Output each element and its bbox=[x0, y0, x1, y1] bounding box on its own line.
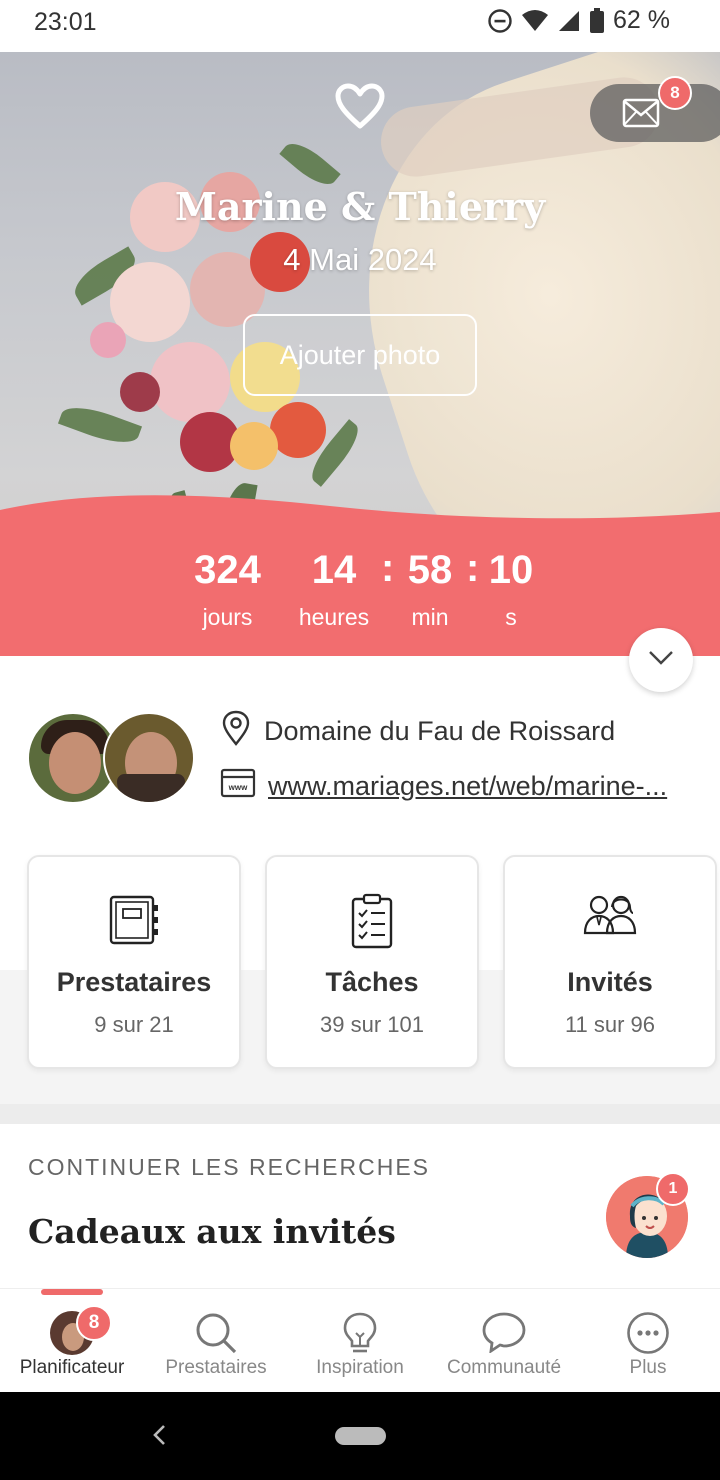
countdown: 324 jours 14 heures : 58 min : 10 s bbox=[0, 546, 720, 656]
hero-banner: 8 Marine & Thierry 4 Mai 2024 Ajouter ph… bbox=[0, 52, 720, 656]
lightbulb-icon bbox=[288, 1311, 432, 1355]
battery-icon bbox=[589, 7, 605, 34]
planner-badge: 8 bbox=[76, 1305, 112, 1341]
system-navigation-bar bbox=[0, 1392, 720, 1480]
countdown-minutes-label: min bbox=[411, 604, 449, 630]
home-pill[interactable] bbox=[335, 1427, 386, 1445]
card-prestataires[interactable]: Prestataires 9 sur 21 bbox=[27, 855, 241, 1069]
status-time: 23:01 bbox=[34, 8, 97, 36]
card-title: Prestataires bbox=[56, 967, 212, 997]
website-icon: www bbox=[220, 768, 256, 805]
website-row[interactable]: www www.mariages.net/web/marine-... bbox=[220, 768, 667, 805]
countdown-minutes-value: 58 bbox=[407, 548, 453, 592]
section-divider bbox=[0, 1104, 720, 1124]
messages-button[interactable]: 8 bbox=[590, 76, 720, 142]
couple-avatars[interactable] bbox=[27, 712, 197, 806]
nav-item-planificateur[interactable]: 8 Planificateur bbox=[0, 1289, 144, 1393]
card-progress: 39 sur 101 bbox=[320, 1012, 424, 1037]
bottom-navigation: 8 Planificateur Prestataires Inspiration… bbox=[0, 1288, 720, 1392]
search-icon bbox=[144, 1311, 288, 1355]
countdown-separator: : bbox=[466, 546, 480, 590]
card-title: Tâches bbox=[325, 967, 419, 997]
guests-icon bbox=[505, 893, 715, 937]
status-bar: 23:01 62 % bbox=[0, 0, 720, 52]
nav-label: Prestataires bbox=[165, 1357, 267, 1378]
card-title: Invités bbox=[567, 967, 653, 997]
notebook-icon bbox=[29, 893, 239, 947]
countdown-days-value: 324 bbox=[194, 548, 261, 592]
messages-badge: 8 bbox=[658, 76, 692, 110]
countdown-hours-value: 14 bbox=[311, 548, 357, 592]
card-progress: 9 sur 21 bbox=[94, 1012, 174, 1037]
envelope-icon bbox=[622, 98, 660, 133]
expand-countdown-button[interactable] bbox=[629, 628, 693, 692]
card-invites[interactable]: Invités 11 sur 96 bbox=[503, 855, 717, 1069]
couple-names: Marine & Thierry bbox=[174, 184, 546, 229]
card-progress: 11 sur 96 bbox=[564, 1012, 656, 1037]
svg-text:www: www bbox=[228, 783, 248, 792]
chevron-down-icon bbox=[648, 650, 674, 671]
wifi-icon bbox=[521, 9, 549, 33]
countdown-seconds-label: s bbox=[505, 604, 517, 630]
nav-label: Planificateur bbox=[19, 1357, 125, 1378]
countdown-separator: : bbox=[381, 546, 395, 590]
nav-item-prestataires[interactable]: Prestataires bbox=[144, 1289, 288, 1393]
section-label: CONTINUER LES RECHERCHES bbox=[28, 1154, 430, 1180]
chat-bubble-icon bbox=[432, 1311, 576, 1353]
nav-item-communaute[interactable]: Communauté bbox=[432, 1289, 576, 1393]
wedding-date: 4 Mai 2024 bbox=[283, 242, 437, 277]
do-not-disturb-icon bbox=[487, 8, 513, 34]
location-pin-icon bbox=[220, 710, 252, 753]
heart-logo-icon bbox=[334, 82, 386, 135]
nav-label: Plus bbox=[629, 1357, 667, 1378]
avatar bbox=[103, 712, 195, 804]
signal-icon bbox=[557, 9, 581, 33]
countdown-seconds-value: 10 bbox=[488, 548, 534, 592]
nav-label: Communauté bbox=[446, 1357, 562, 1378]
add-photo-button[interactable]: Ajouter photo bbox=[243, 314, 477, 396]
assistant-badge: 1 bbox=[656, 1172, 690, 1206]
battery-percent: 62 % bbox=[613, 6, 670, 34]
nav-item-inspiration[interactable]: Inspiration bbox=[288, 1289, 432, 1393]
back-icon[interactable] bbox=[150, 1422, 168, 1453]
website-link[interactable]: www.mariages.net/web/marine-... bbox=[268, 771, 667, 802]
countdown-wave bbox=[0, 495, 720, 552]
status-icons: 62 % bbox=[487, 6, 670, 35]
nav-label: Inspiration bbox=[316, 1357, 404, 1378]
venue-name: Domaine du Fau de Roissard bbox=[264, 716, 616, 746]
card-taches[interactable]: Tâches 39 sur 101 bbox=[265, 855, 479, 1069]
checklist-icon bbox=[267, 893, 477, 949]
venue-row[interactable]: Domaine du Fau de Roissard bbox=[220, 710, 615, 753]
continue-search-title[interactable]: Cadeaux aux invités bbox=[28, 1212, 396, 1251]
nav-avatar-container bbox=[0, 1311, 144, 1355]
countdown-days-label: jours bbox=[202, 604, 253, 630]
more-icon bbox=[576, 1311, 720, 1355]
nav-item-plus[interactable]: Plus bbox=[576, 1289, 720, 1393]
countdown-hours-label: heures bbox=[298, 604, 370, 630]
